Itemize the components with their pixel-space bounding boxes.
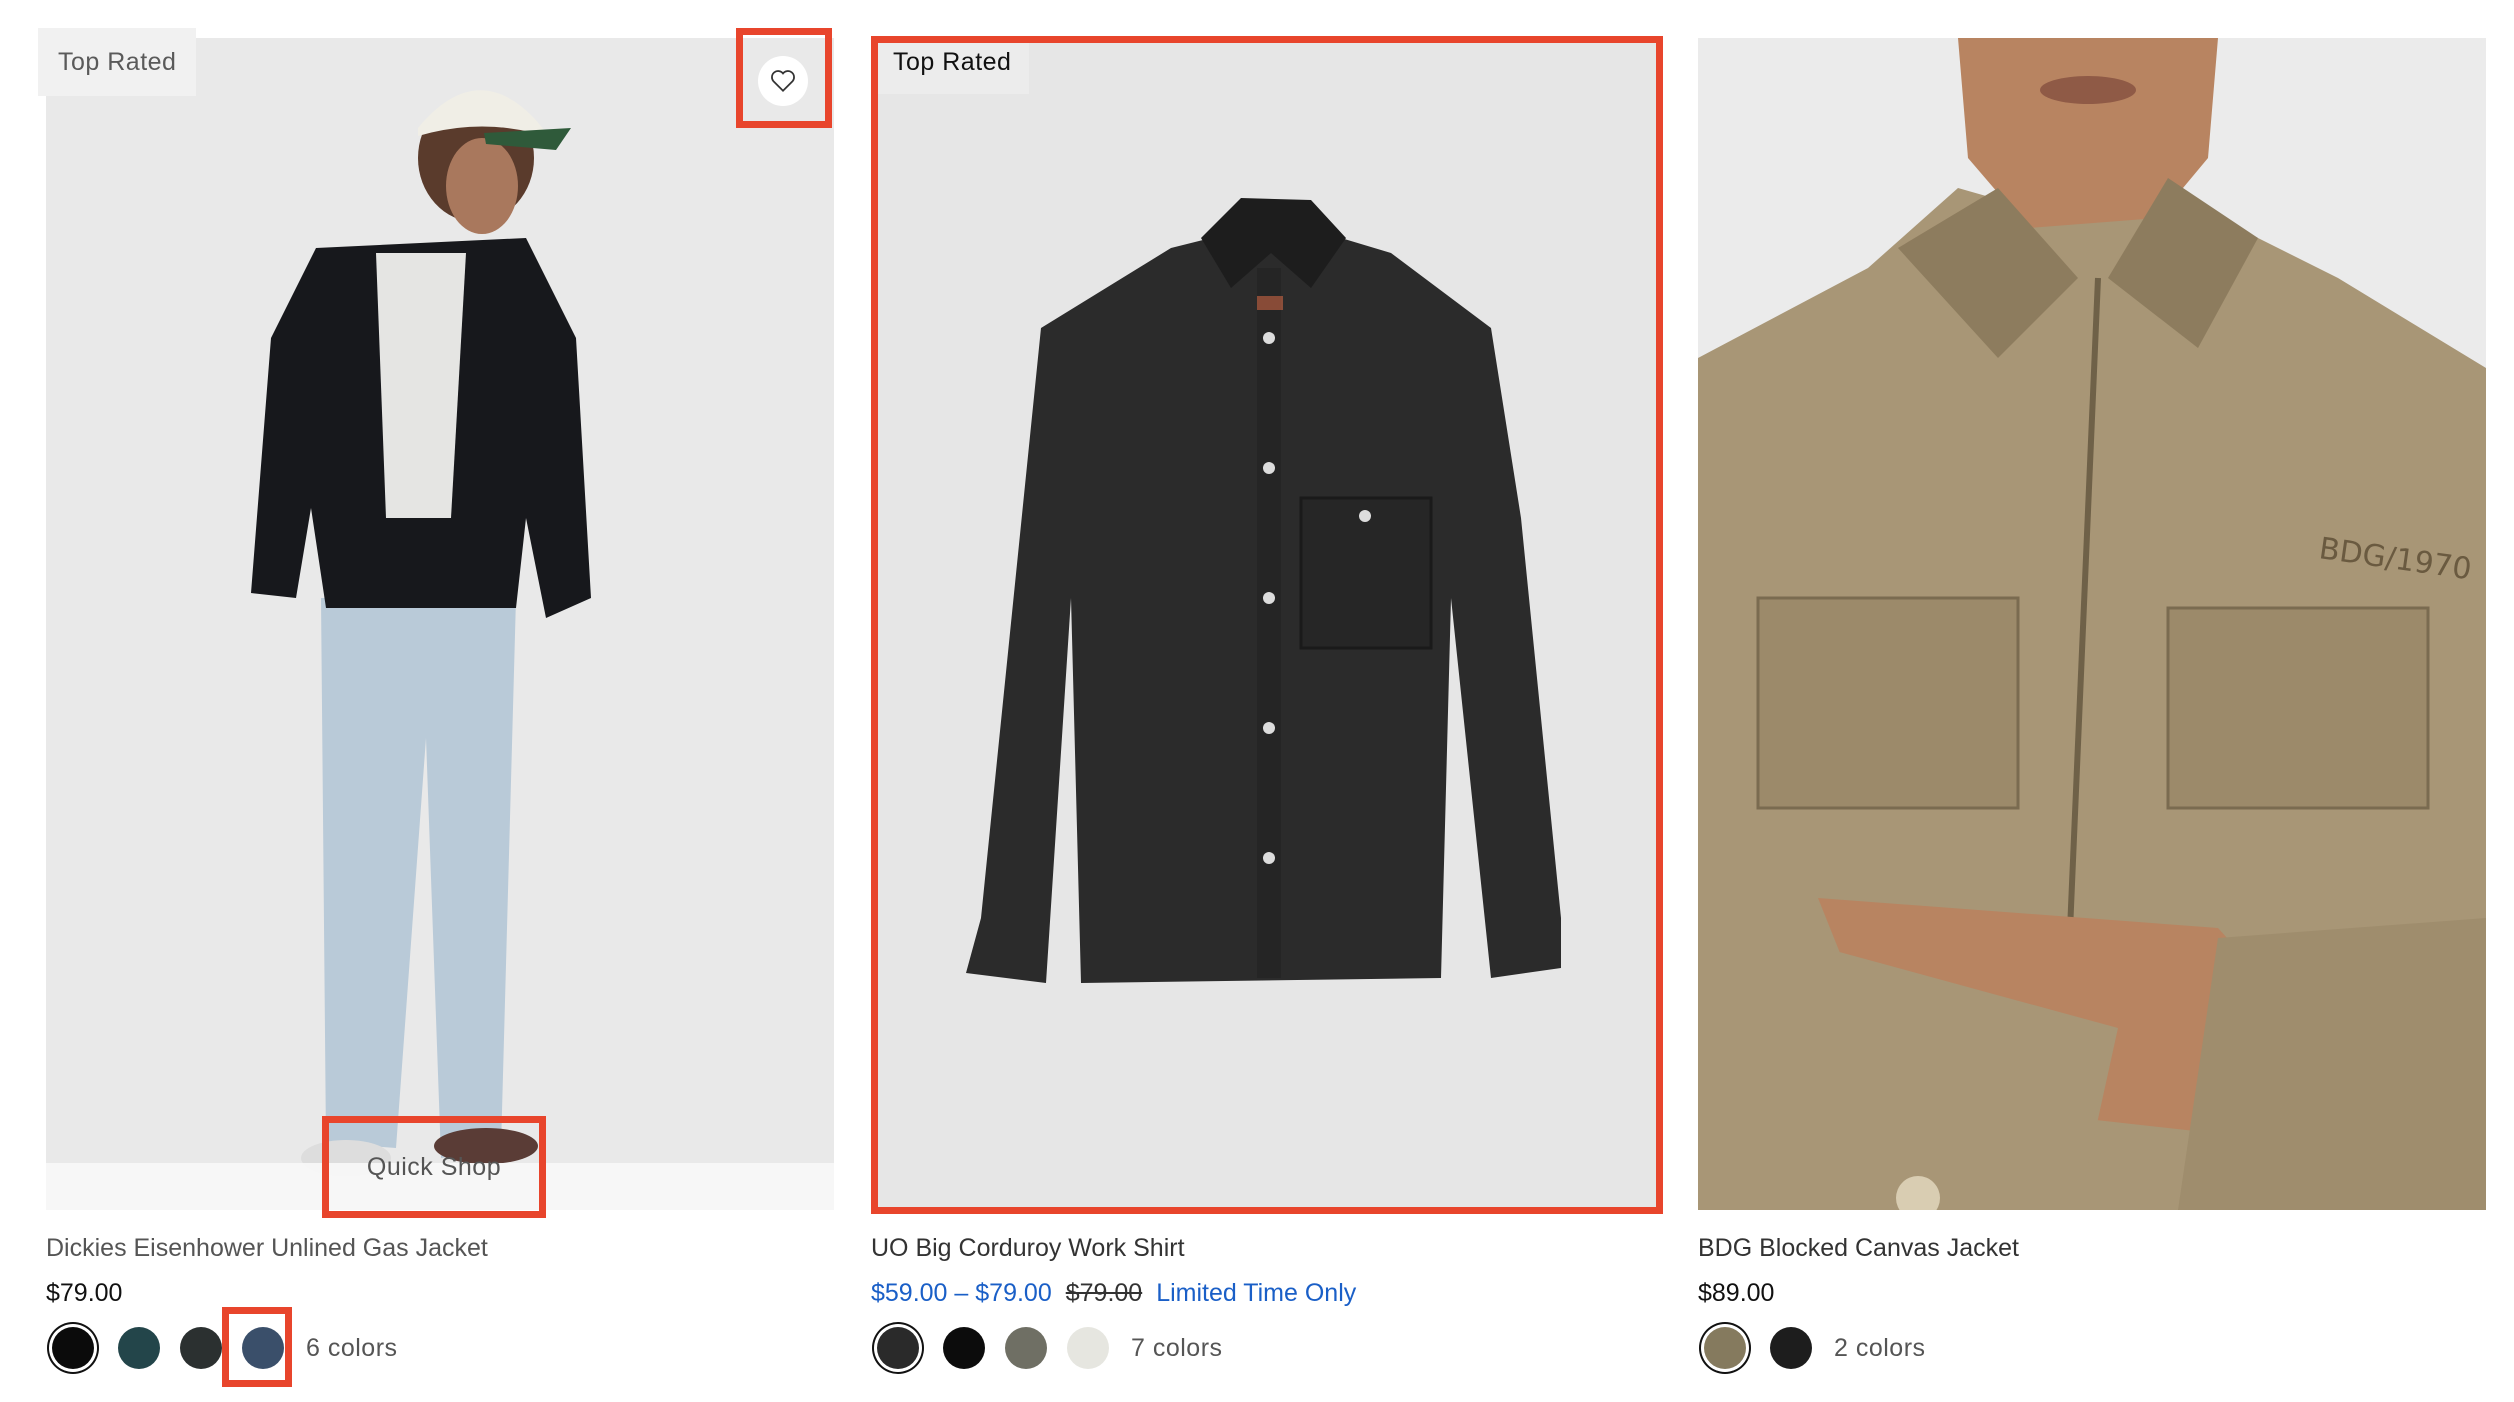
product-price: $89.00 [1698,1279,1775,1307]
quick-shop-button[interactable]: Quick Shop [322,1116,546,1218]
swatch-black[interactable] [52,1327,94,1369]
colors-count: 7 colors [1131,1333,1223,1362]
swatch-dark-grey[interactable] [877,1327,919,1369]
colors-count: 2 colors [1834,1333,1926,1362]
product-image[interactable]: BDG/1970 [1698,38,2486,1210]
product-card-bdg[interactable]: BDG/1970 BDG Blocked Canvas Jacket $89.0… [1698,0,2486,1402]
product-price: $59.00 – $79.00 $79.00 Limited Time Only [871,1279,1356,1308]
product-name[interactable]: UO Big Corduroy Work Shirt [871,1234,1185,1263]
swatch-olive-grey[interactable] [1005,1327,1047,1369]
swatch-khaki[interactable] [1704,1327,1746,1369]
product-name[interactable]: BDG Blocked Canvas Jacket [1698,1234,2019,1263]
product-card-corduroy[interactable]: Top Rated UO Big Corduroy Work Shirt $59… [871,0,1663,1402]
swatch-charcoal[interactable] [180,1327,222,1369]
swatch-teal[interactable] [118,1327,160,1369]
sale-price: $59.00 – $79.00 [871,1279,1052,1307]
highlight-box [222,1307,292,1387]
product-image[interactable] [46,38,834,1210]
promo-label: Limited Time Only [1156,1279,1357,1307]
original-price: $79.00 [1065,1279,1143,1307]
highlight-box [871,36,1663,1214]
color-swatches: 6 colors [46,1307,398,1387]
highlight-box [736,28,832,128]
swatch-cream[interactable] [1067,1327,1109,1369]
jacket-photo: BDG/1970 [1698,38,2486,1210]
product-card-dickies[interactable]: Top Rated Quick Shop Dickies Eisenhower … [38,0,834,1402]
color-swatches: 7 colors [871,1318,1223,1378]
colors-count: 6 colors [306,1333,398,1362]
product-price: $79.00 [46,1279,123,1307]
swatch-black[interactable] [943,1327,985,1369]
top-rated-badge: Top Rated [38,28,197,96]
product-name[interactable]: Dickies Eisenhower Unlined Gas Jacket [46,1234,488,1263]
color-swatches: 2 colors [1698,1318,1926,1378]
swatch-black[interactable] [1770,1327,1812,1369]
model-photo [46,38,834,1210]
